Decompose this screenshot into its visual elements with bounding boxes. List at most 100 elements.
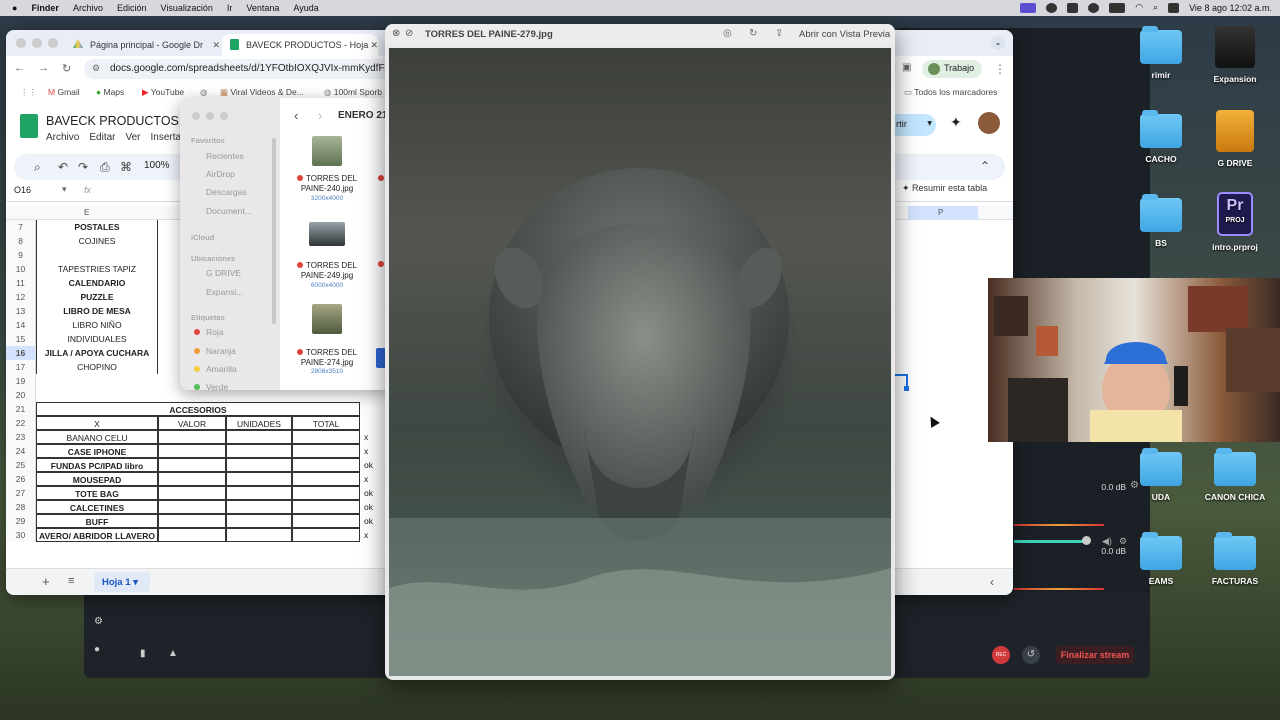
- desktop-drive-expansion[interactable]: Expansion: [1200, 26, 1270, 84]
- apps-icon[interactable]: ⋮⋮: [20, 87, 37, 98]
- row-number[interactable]: 23: [6, 430, 36, 444]
- profile-chip[interactable]: Trabajo: [922, 60, 982, 78]
- cell-e[interactable]: CHOPINO: [36, 360, 158, 374]
- cell-e[interactable]: [36, 248, 158, 262]
- replay-icon[interactable]: ↺: [1022, 646, 1040, 664]
- empty-cell[interactable]: [292, 528, 360, 542]
- back-icon[interactable]: ←: [14, 62, 25, 74]
- close-icon[interactable]: ⊗: [392, 28, 400, 39]
- row-number[interactable]: 16: [6, 346, 36, 360]
- wifi-icon[interactable]: ◠: [1135, 2, 1143, 13]
- menu-archivo[interactable]: Archivo: [46, 132, 79, 143]
- volume-knob-1[interactable]: [1082, 536, 1091, 545]
- empty-cell[interactable]: [292, 500, 360, 514]
- desktop-premiere-project[interactable]: Pr PROJ intro.prproj: [1200, 192, 1270, 252]
- document-title[interactable]: BAVECK PRODUCTOS: [46, 114, 179, 128]
- chevron-down-icon[interactable]: ▾: [62, 184, 67, 195]
- empty-cell[interactable]: [158, 430, 226, 444]
- column-header-p[interactable]: P: [938, 208, 943, 217]
- bookmark-sporb[interactable]: ◍ 100ml Sporb: [324, 87, 382, 98]
- cell-status[interactable]: ok: [364, 514, 373, 528]
- avatar[interactable]: [978, 112, 1000, 134]
- accesorios-title[interactable]: ACCESORIOS: [36, 402, 360, 416]
- search-icon[interactable]: ⌕: [34, 160, 41, 175]
- close-icon[interactable]: ✕: [212, 40, 220, 51]
- cell-item-name[interactable]: TOTE BAG: [36, 486, 158, 500]
- cell-status[interactable]: x: [364, 430, 368, 444]
- row-number[interactable]: 24: [6, 444, 36, 458]
- cell-e[interactable]: COJINES: [36, 234, 158, 248]
- empty-cell[interactable]: [292, 514, 360, 528]
- back-icon[interactable]: ‹: [294, 108, 298, 123]
- sidebar-item-descargas[interactable]: Descargas: [206, 187, 247, 197]
- globe-icon[interactable]: ◍: [200, 87, 207, 98]
- control-center-icon[interactable]: [1168, 2, 1180, 13]
- sidebar-item-documentos[interactable]: Document...: [206, 206, 252, 216]
- empty-cell[interactable]: [158, 472, 226, 486]
- sidebar-tag-naranja[interactable]: Naranja: [194, 346, 236, 356]
- empty-cell[interactable]: [292, 444, 360, 458]
- desktop-drive-gdrive[interactable]: G DRIVE: [1200, 110, 1270, 168]
- sidebar-scrollbar[interactable]: [272, 138, 276, 324]
- empty-cell[interactable]: [292, 458, 360, 472]
- screen-record-icon[interactable]: [1020, 2, 1037, 13]
- file-name[interactable]: TORRES DEL PAINE-274.jpg: [292, 348, 362, 368]
- empty-cell[interactable]: [292, 472, 360, 486]
- file-thumbnail[interactable]: [312, 304, 342, 334]
- desktop-folder[interactable]: EAMS: [1126, 532, 1196, 586]
- column-header[interactable]: UNIDADES: [226, 416, 292, 430]
- add-sheet-button[interactable]: +: [42, 574, 50, 589]
- row-number[interactable]: 28: [6, 500, 36, 514]
- cell-e[interactable]: [36, 388, 158, 402]
- summarize-table-button[interactable]: ✦ Resumir esta tabla: [902, 183, 1002, 194]
- cell-e[interactable]: CALENDARIO: [36, 276, 158, 290]
- play-icon[interactable]: [1088, 2, 1100, 13]
- sidebar-tag-verde[interactable]: Verde: [194, 382, 228, 390]
- bookmark-maps[interactable]: ● Maps: [96, 87, 124, 97]
- gemini-icon[interactable]: ✦: [950, 114, 962, 131]
- sidebar-item-expansion[interactable]: Expansi...: [206, 287, 243, 297]
- cell-e[interactable]: PUZZLE: [36, 290, 158, 304]
- row-number[interactable]: 10: [6, 262, 36, 276]
- cell-status[interactable]: x: [364, 472, 368, 486]
- chart-icon[interactable]: ▮: [140, 648, 146, 659]
- apple-icon[interactable]: ●: [12, 3, 17, 13]
- cell-e[interactable]: LIBRO DE MESA: [36, 304, 158, 318]
- undo-icon[interactable]: ↶: [58, 160, 68, 174]
- row-number[interactable]: 20: [6, 388, 36, 402]
- print-icon[interactable]: ⎙: [100, 160, 110, 175]
- reload-icon[interactable]: ↻: [62, 62, 71, 75]
- file-name[interactable]: TORRES DEL PAINE-249.jpg: [292, 261, 362, 281]
- menu-icon[interactable]: ⋮: [994, 62, 1006, 76]
- cell-e[interactable]: [36, 374, 158, 388]
- empty-cell[interactable]: [158, 486, 226, 500]
- cell-item-name[interactable]: MOUSEPAD: [36, 472, 158, 486]
- open-with-preview-button[interactable]: Abrir con Vista Previa: [799, 29, 890, 40]
- sidebar-item-gdrive[interactable]: G DRIVE: [206, 268, 241, 278]
- row-number[interactable]: 14: [6, 318, 36, 332]
- extensions-icon[interactable]: ▣: [902, 62, 911, 73]
- menu-edicion[interactable]: Edición: [117, 3, 147, 13]
- zoom-select[interactable]: 100%: [144, 160, 170, 171]
- empty-cell[interactable]: [292, 430, 360, 444]
- cell-status[interactable]: x: [364, 528, 368, 542]
- row-number[interactable]: 27: [6, 486, 36, 500]
- bell-icon[interactable]: ▲: [168, 648, 178, 659]
- file-thumbnail[interactable]: [312, 136, 342, 166]
- row-number[interactable]: 21: [6, 402, 36, 416]
- rotate-icon[interactable]: ↻: [749, 28, 757, 39]
- empty-cell[interactable]: [226, 486, 292, 500]
- empty-cell[interactable]: [292, 486, 360, 500]
- column-header[interactable]: VALOR: [158, 416, 226, 430]
- forward-icon[interactable]: →: [38, 62, 49, 74]
- row-number[interactable]: 22: [6, 416, 36, 430]
- desktop-folder[interactable]: BS: [1126, 194, 1196, 248]
- menu-editar[interactable]: Editar: [89, 132, 115, 143]
- cell-item-name[interactable]: CASE IPHONE: [36, 444, 158, 458]
- forward-icon[interactable]: ›: [318, 108, 322, 123]
- close-icon[interactable]: ✕: [370, 40, 378, 51]
- speaker-icon[interactable]: ◀): [1102, 536, 1112, 547]
- desktop-folder[interactable]: CACHO: [1126, 110, 1196, 164]
- row-number[interactable]: 9: [6, 248, 36, 262]
- row-number[interactable]: 29: [6, 514, 36, 528]
